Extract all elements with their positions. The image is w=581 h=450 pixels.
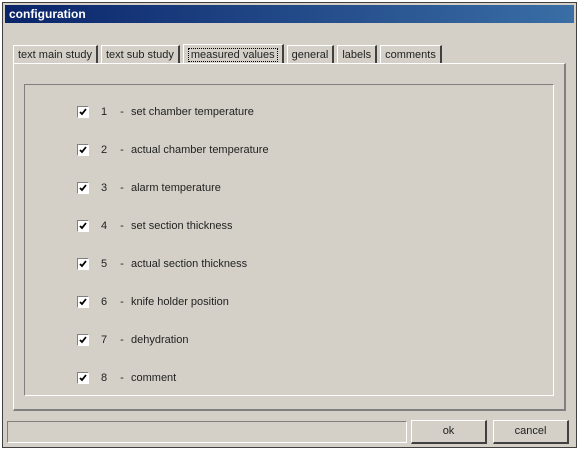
item-number: 3 (101, 182, 108, 194)
measured-value-checkbox[interactable] (77, 144, 89, 156)
measured-value-row: 1 - set chamber temperature (77, 104, 254, 120)
checkmark-icon (79, 108, 87, 116)
item-separator: - (120, 334, 124, 346)
checkmark-icon (79, 336, 87, 344)
measured-value-checkbox[interactable] (77, 334, 89, 346)
item-label: set chamber temperature (131, 106, 254, 118)
tab-general[interactable]: general (286, 45, 335, 63)
item-label: knife holder position (131, 296, 229, 308)
item-separator: - (120, 372, 124, 384)
measured-value-row: 8 - comment (77, 370, 176, 386)
tab-measured-values[interactable]: measured values (182, 44, 284, 64)
checkmark-icon (79, 260, 87, 268)
tab-comments[interactable]: comments (380, 45, 442, 63)
measured-value-row: 6 - knife holder position (77, 294, 229, 310)
measured-value-row: 4 - set section thickness (77, 218, 233, 234)
tab-label: labels (342, 49, 372, 61)
item-separator: - (120, 144, 124, 156)
item-number: 2 (101, 144, 108, 156)
measured-value-checkbox[interactable] (77, 106, 89, 118)
item-label: set section thickness (131, 220, 233, 232)
tab-strip: text main study text sub study measured … (13, 43, 445, 64)
tab-labels[interactable]: labels (337, 45, 378, 63)
measured-value-checkbox[interactable] (77, 296, 89, 308)
item-number: 4 (101, 220, 108, 232)
measured-values-group: 1 - set chamber temperature 2 - actual c… (24, 84, 554, 396)
tab-label: general (291, 49, 329, 61)
configuration-window: configuration text main study text sub s… (2, 2, 577, 448)
tab-label: measured values (187, 48, 278, 62)
item-separator: - (120, 296, 124, 308)
item-number: 7 (101, 334, 108, 346)
tab-text-sub-study[interactable]: text sub study (100, 45, 180, 63)
measured-value-checkbox[interactable] (77, 182, 89, 194)
item-label: dehydration (131, 334, 189, 346)
tab-text-main-study[interactable]: text main study (13, 45, 98, 63)
tab-label: text main study (18, 49, 92, 61)
measured-value-checkbox[interactable] (77, 372, 89, 384)
window-title: configuration (5, 5, 574, 23)
item-number: 6 (101, 296, 108, 308)
measured-value-row: 7 - dehydration (77, 332, 189, 348)
item-separator: - (120, 106, 124, 118)
item-separator: - (120, 220, 124, 232)
measured-value-row: 3 - alarm temperature (77, 180, 221, 196)
checkmark-icon (79, 374, 87, 382)
item-number: 1 (101, 106, 108, 118)
checkmark-icon (79, 298, 87, 306)
measured-value-checkbox[interactable] (77, 220, 89, 232)
cancel-button[interactable]: cancel (493, 420, 569, 444)
measured-value-row: 5 - actual section thickness (77, 256, 247, 272)
tab-panel: 1 - set chamber temperature 2 - actual c… (13, 63, 566, 411)
item-label: actual chamber temperature (131, 144, 269, 156)
item-number: 5 (101, 258, 108, 270)
checkmark-icon (79, 184, 87, 192)
ok-button[interactable]: ok (411, 420, 487, 444)
tab-label: comments (385, 49, 436, 61)
item-label: alarm temperature (131, 182, 221, 194)
item-separator: - (120, 182, 124, 194)
status-bar (7, 421, 407, 443)
item-number: 8 (101, 372, 108, 384)
checkmark-icon (79, 146, 87, 154)
measured-value-row: 2 - actual chamber temperature (77, 142, 269, 158)
item-label: actual section thickness (131, 258, 248, 270)
tab-label: text sub study (105, 49, 174, 61)
measured-value-checkbox[interactable] (77, 258, 89, 270)
item-label: comment (131, 372, 177, 384)
item-separator: - (120, 258, 124, 270)
checkmark-icon (79, 222, 87, 230)
